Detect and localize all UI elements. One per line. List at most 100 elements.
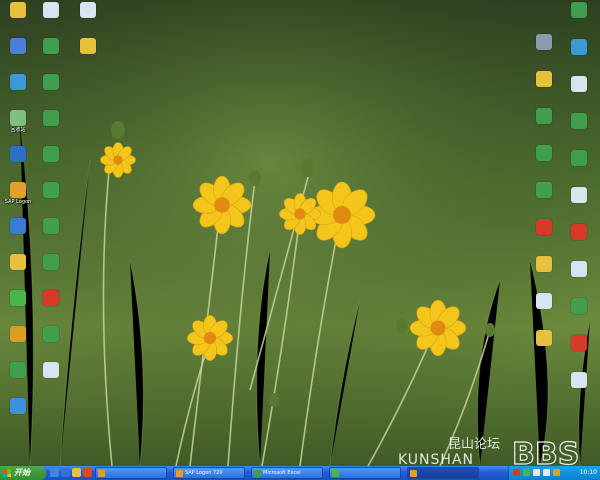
text-file-icon [80,2,96,18]
excel-file-icon [10,362,26,378]
watermark-cn-text: 昆山论坛 [448,437,500,452]
desktop-icon[interactable] [64,0,112,36]
taskbar-button-label: SAP Logon 720 [185,470,223,476]
taskbar-button[interactable]: Microsoft Excel [251,467,323,479]
excel-file-icon [43,182,59,198]
desktop-icon[interactable] [555,74,600,110]
volume-icon[interactable] [543,469,550,476]
antivirus-icon[interactable] [523,469,530,476]
app-icon [98,470,105,477]
system-tray: 10:10 [508,466,600,480]
desktop-icon[interactable] [27,288,75,324]
excel-file-icon [43,146,59,162]
excel-icon [254,470,261,477]
excel-file-icon [536,108,552,124]
desktop-icon[interactable] [555,37,600,73]
start-button[interactable]: 开始 [0,466,46,480]
desktop-icon[interactable] [27,108,75,144]
desktop-icon[interactable] [555,148,600,184]
desktop-icon[interactable] [27,216,75,252]
taskbar-button[interactable]: SAP Logon 720 [173,467,245,479]
desktop-icon[interactable] [27,252,75,288]
computer-icon [10,38,26,54]
desktop-icon[interactable] [27,360,75,396]
shortcut-icon [571,76,587,92]
text-file-icon [43,362,59,378]
excel-file-icon [571,150,587,166]
text-file-icon [571,187,587,203]
pdf-file-icon [536,219,552,235]
excel-file-icon [536,182,552,198]
taskbar-button[interactable] [95,467,167,479]
app-icon [10,398,26,414]
ie-icon[interactable] [61,468,70,477]
folder-icon [10,2,26,18]
desktop-icon[interactable] [27,144,75,180]
excel-file-icon [43,218,59,234]
folder-icon [536,330,552,346]
sap-logon-icon [176,470,183,477]
input-method-icon[interactable] [513,469,520,476]
excel-file-icon [571,113,587,129]
watermark-bbs-text: BBS [512,437,579,466]
forum-watermark: 昆山论坛 KUNSHAN BBS [398,436,580,466]
pdf-file-icon [571,335,587,351]
folder-icon [536,71,552,87]
taskbar-button[interactable] [329,467,401,479]
excel-file-icon [43,38,59,54]
excel-file-icon [536,145,552,161]
excel-file-icon [571,2,587,18]
excel-file-icon [571,298,587,314]
app-icon [10,326,26,342]
ie-icon [10,218,26,234]
shortcut-icon [571,261,587,277]
pdf-file-icon [43,290,59,306]
flower [187,315,233,361]
settings-icon [536,34,552,50]
desktop-icon[interactable] [555,185,600,221]
folder-icon [10,254,26,270]
desktop-icon[interactable] [555,222,600,258]
desktop-icon[interactable] [555,259,600,295]
network-icon [10,74,26,90]
pdf-file-icon [571,224,587,240]
desktop-icon[interactable] [27,180,75,216]
explorer-icon[interactable] [72,468,81,477]
show-desktop-icon[interactable] [50,468,59,477]
text-file-icon [536,293,552,309]
desktop-icon[interactable] [555,333,600,369]
desktop-icon[interactable] [555,0,600,36]
network-icon [571,39,587,55]
recycle-bin-icon [10,110,26,126]
flower [100,142,136,178]
excel-file-icon [43,74,59,90]
media-icon[interactable] [83,468,92,477]
folder-icon [536,256,552,272]
start-label: 开始 [14,468,30,477]
app-icon [410,470,417,477]
app-icon [332,470,339,477]
network-tray-icon[interactable] [533,469,540,476]
quick-launch-bar [50,468,92,478]
desktop-icon[interactable] [64,36,112,72]
flower [409,299,467,357]
excel-file-icon [43,326,59,342]
desktop-icon[interactable] [555,111,600,147]
desktop-icon[interactable] [0,396,42,432]
desktop-icon[interactable] [555,296,600,332]
desktop-icon[interactable] [27,72,75,108]
excel-file-icon [43,110,59,126]
flower [279,193,321,235]
flower [192,175,252,235]
tray-clock[interactable]: 10:10 [580,466,597,480]
text-file-icon [571,372,587,388]
excel-file-icon [43,254,59,270]
kingsoft-icon [10,146,26,162]
desktop-icon[interactable] [555,370,600,406]
360-icon [10,290,26,306]
sap-logon-icon [10,182,26,198]
desktop-icon[interactable] [27,324,75,360]
folder-icon [80,38,96,54]
taskbar-button[interactable] [407,467,479,479]
app-tray-icon[interactable] [553,469,560,476]
